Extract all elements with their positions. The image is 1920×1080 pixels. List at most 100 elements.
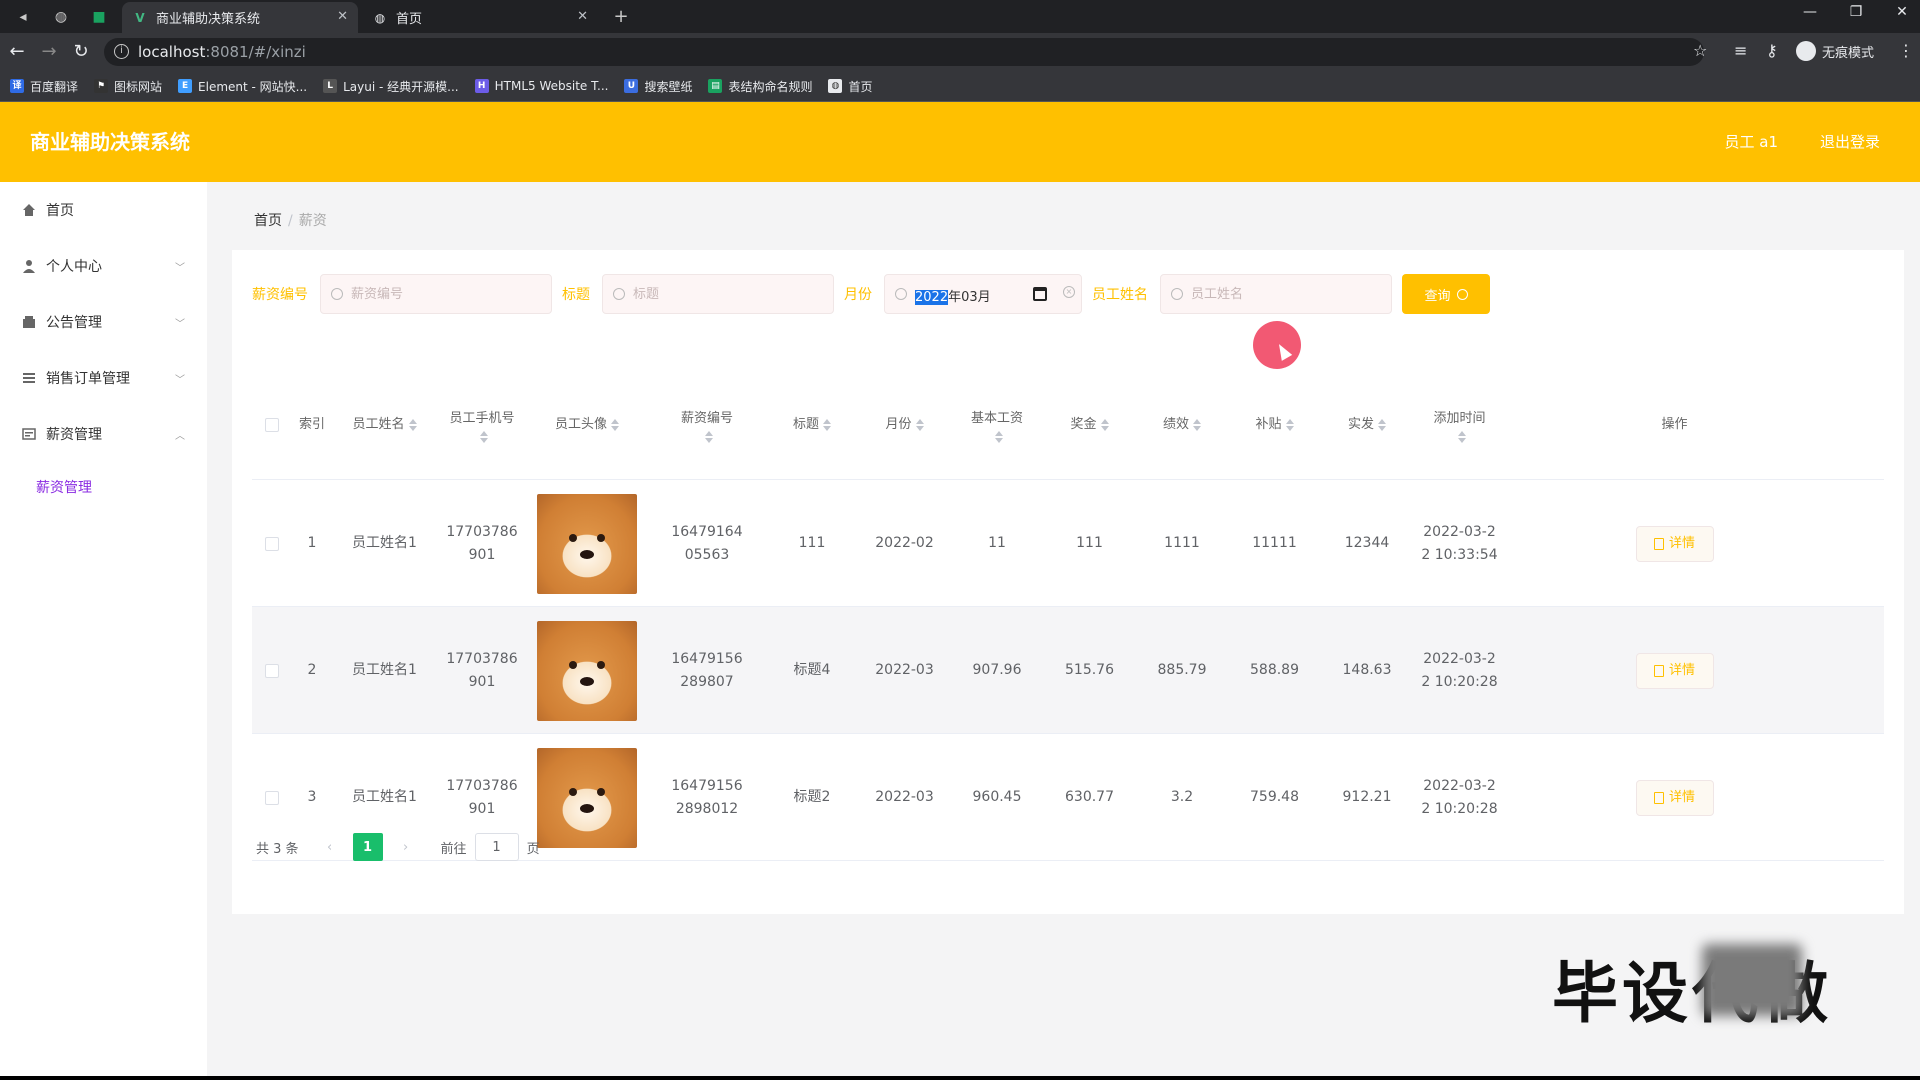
app-tab-icon[interactable]: ■ bbox=[88, 6, 110, 28]
select-all-checkbox[interactable] bbox=[265, 418, 279, 432]
bookmark-item[interactable]: E Element - 网站快... bbox=[178, 78, 307, 95]
sort-icon[interactable] bbox=[915, 418, 924, 431]
breadcrumb-home[interactable]: 首页 bbox=[254, 213, 282, 229]
avatar[interactable] bbox=[537, 747, 637, 848]
sort-icon[interactable] bbox=[1285, 418, 1294, 431]
bookmark-item[interactable]: L Layui - 经典开源模... bbox=[323, 78, 459, 95]
month-value[interactable]: 2022年03月 bbox=[915, 286, 991, 305]
month-picker[interactable]: 2022年03月 × bbox=[884, 274, 1082, 314]
tab-search-icon[interactable]: ◂ bbox=[12, 6, 34, 28]
reading-list-icon[interactable]: ≡ bbox=[1734, 41, 1747, 60]
cell-title: 111 bbox=[798, 535, 826, 551]
th-bonus[interactable]: 奖金 bbox=[1042, 370, 1137, 480]
sidebar-item-profile[interactable]: 个人中心 ﹀ bbox=[0, 238, 207, 294]
cell-name: 员工姓名1 bbox=[352, 535, 417, 551]
incognito-indicator[interactable]: 无痕模式 bbox=[1796, 41, 1874, 61]
th-month[interactable]: 月份 bbox=[857, 370, 952, 480]
address-bar[interactable]: i localhost:8081/#/xinzi bbox=[104, 38, 1704, 66]
row-checkbox[interactable] bbox=[265, 790, 279, 805]
sidebar-item-salary[interactable]: 薪资管理 ︿ bbox=[0, 406, 207, 462]
th-subsidy[interactable]: 补贴 bbox=[1227, 370, 1322, 480]
info-icon[interactable]: i bbox=[114, 44, 129, 59]
page-number-current[interactable]: 1 bbox=[352, 833, 383, 861]
sort-icon[interactable] bbox=[995, 431, 1003, 443]
restore-icon[interactable]: ❐ bbox=[1844, 4, 1868, 20]
sort-icon[interactable] bbox=[1457, 431, 1466, 443]
sort-icon[interactable] bbox=[1100, 418, 1109, 431]
th-name[interactable]: 员工姓名 bbox=[332, 370, 437, 480]
row-checkbox[interactable] bbox=[265, 536, 279, 551]
close-icon[interactable]: ✕ bbox=[577, 9, 588, 24]
bookmark-item[interactable]: H HTML5 Website T... bbox=[474, 79, 608, 93]
clear-icon[interactable]: × bbox=[1063, 286, 1075, 298]
th-avatar[interactable]: 员工头像 bbox=[527, 370, 647, 480]
th-time[interactable]: 添加时间 bbox=[1412, 370, 1507, 480]
minimize-icon[interactable]: — bbox=[1798, 4, 1822, 20]
globe-icon[interactable]: ◍ bbox=[50, 6, 72, 28]
table-row[interactable]: 1 员工姓名1 17703786 901 16479164 05563 111 20… bbox=[252, 480, 1884, 607]
sort-icon[interactable] bbox=[611, 418, 619, 431]
name-field[interactable] bbox=[1160, 274, 1392, 314]
title-field[interactable] bbox=[602, 274, 834, 314]
tab-inactive[interactable]: ◍ 首页 ✕ bbox=[362, 2, 598, 33]
bookmark-item[interactable]: ⚑ 图标网站 bbox=[94, 78, 162, 95]
bookmark-item[interactable]: ▤ 表结构命名规则 bbox=[708, 78, 812, 95]
back-icon[interactable]: ← bbox=[6, 41, 28, 63]
sidebar-item-orders[interactable]: 销售订单管理 ﹀ bbox=[0, 350, 207, 406]
document-icon bbox=[1653, 537, 1664, 550]
salary-no-field[interactable] bbox=[320, 274, 552, 314]
bookmark-item[interactable]: ◍ 首页 bbox=[828, 78, 873, 95]
bookmark-item[interactable]: 译百度翻译 bbox=[10, 78, 78, 95]
detail-button[interactable]: 详情 bbox=[1635, 652, 1714, 689]
table-row[interactable]: 2 员工姓名1 17703786 901 16479156 289807 标题4 2… bbox=[252, 607, 1884, 734]
new-tab-icon[interactable]: + bbox=[610, 6, 632, 28]
calendar-icon[interactable] bbox=[1033, 287, 1047, 301]
sort-icon[interactable] bbox=[823, 418, 831, 431]
next-page-button[interactable]: › bbox=[391, 833, 421, 861]
tab-active[interactable]: V 商业辅助决策系统 ✕ bbox=[122, 2, 358, 33]
window-close-icon[interactable]: ✕ bbox=[1890, 4, 1914, 20]
goto-page-input[interactable]: 1 bbox=[474, 833, 519, 861]
detail-button[interactable]: 详情 bbox=[1635, 779, 1714, 816]
sort-icon[interactable] bbox=[408, 418, 417, 431]
sort-icon[interactable] bbox=[480, 431, 488, 443]
key-icon[interactable]: ⚷ bbox=[1766, 41, 1778, 60]
salary-no-input[interactable] bbox=[351, 275, 541, 313]
translate-icon: 译 bbox=[10, 79, 24, 93]
sort-icon[interactable] bbox=[1193, 418, 1201, 431]
th-perf[interactable]: 绩效 bbox=[1137, 370, 1227, 480]
reload-icon[interactable]: ↻ bbox=[70, 41, 92, 63]
th-title[interactable]: 标题 bbox=[767, 370, 857, 480]
row-checkbox[interactable] bbox=[265, 663, 279, 678]
avatar[interactable] bbox=[537, 493, 637, 594]
th-salary-no[interactable]: 薪资编号 bbox=[647, 370, 767, 480]
forward-icon[interactable]: → bbox=[38, 41, 60, 63]
goto-label: 前往 bbox=[440, 841, 467, 857]
sidebar-item-label: 个人中心 bbox=[46, 259, 102, 275]
th-label: 绩效 bbox=[1162, 417, 1189, 432]
menu-icon[interactable]: ⋮ bbox=[1898, 41, 1914, 60]
cell-time-line: 2022-03-2 bbox=[1423, 523, 1496, 540]
search-icon bbox=[895, 288, 907, 300]
detail-button[interactable]: 详情 bbox=[1635, 525, 1714, 562]
th-phone[interactable]: 员工手机号 bbox=[437, 370, 527, 480]
cell-time-line: 2022-03-2 bbox=[1423, 777, 1496, 794]
title-input[interactable] bbox=[633, 275, 823, 313]
avatar[interactable] bbox=[537, 620, 637, 721]
search-button[interactable]: 查询 bbox=[1402, 274, 1490, 314]
sort-icon[interactable] bbox=[705, 431, 713, 443]
bookmark-item[interactable]: U 搜索壁纸 bbox=[624, 78, 692, 95]
name-input[interactable] bbox=[1191, 275, 1381, 313]
close-icon[interactable]: ✕ bbox=[337, 9, 348, 24]
prev-page-button[interactable]: ‹ bbox=[315, 833, 345, 861]
th-base[interactable]: 基本工资 bbox=[952, 370, 1042, 480]
sidebar-subitem-salary[interactable]: 薪资管理 bbox=[0, 462, 207, 512]
sort-icon[interactable] bbox=[1378, 418, 1386, 431]
star-icon[interactable]: ☆ bbox=[1693, 41, 1707, 60]
notice-icon bbox=[22, 315, 36, 329]
logout-link[interactable]: 退出登录 bbox=[1820, 102, 1880, 182]
sidebar-item-home[interactable]: 首页 bbox=[0, 182, 207, 238]
sidebar-item-notice[interactable]: 公告管理 ﹀ bbox=[0, 294, 207, 350]
th-actual[interactable]: 实发 bbox=[1322, 370, 1412, 480]
current-user[interactable]: 员工 a1 bbox=[1724, 102, 1778, 182]
